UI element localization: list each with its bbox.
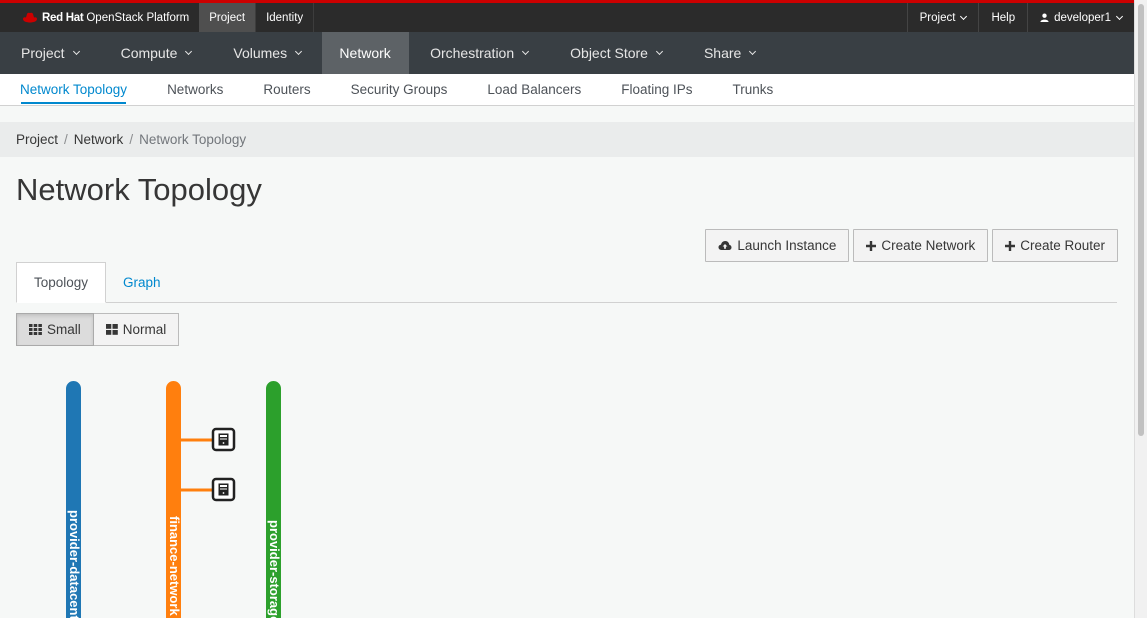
chevron-down-icon: [522, 47, 530, 56]
help-link[interactable]: Help: [978, 3, 1027, 32]
nav-label: Orchestration: [430, 45, 515, 61]
sub-nav: Network Topology Networks Routers Securi…: [0, 74, 1134, 106]
page-scrollbar[interactable]: [1134, 0, 1147, 618]
subnav-networks[interactable]: Networks: [147, 74, 243, 105]
scrollbar-thumb[interactable]: [1138, 4, 1144, 436]
nav-object-store[interactable]: Object Store: [549, 32, 683, 74]
nav-label: Project: [21, 45, 65, 61]
chevron-down-icon: [295, 47, 303, 56]
redhat-logo-icon: [23, 12, 37, 23]
nav-network[interactable]: Network: [322, 32, 410, 74]
top-bar: Red Hat OpenStack Platform Project Ident…: [0, 0, 1134, 32]
subnav-routers[interactable]: Routers: [243, 74, 330, 105]
nav-label: Compute: [120, 45, 178, 61]
breadcrumb-project[interactable]: Project: [16, 132, 58, 147]
subnav-load-balancers[interactable]: Load Balancers: [467, 74, 601, 105]
subnav-trunks[interactable]: Trunks: [713, 74, 794, 105]
user-icon: [1040, 13, 1049, 22]
nav-label: Object Store: [570, 45, 648, 61]
breadcrumb-separator: /: [129, 132, 134, 147]
nav-label: Share: [703, 45, 742, 61]
subnav-floating-ips[interactable]: Floating IPs: [601, 74, 712, 105]
view-tabs: Topology Graph: [16, 262, 1117, 303]
nav-project[interactable]: Project: [0, 32, 100, 74]
create-router-button[interactable]: Create Router: [992, 229, 1118, 262]
tab-topology[interactable]: Topology: [16, 262, 107, 303]
main-nav: Project Compute Volumes Network Orchestr…: [0, 32, 1134, 74]
small-size-button[interactable]: Small: [16, 313, 94, 346]
nav-compute[interactable]: Compute: [100, 32, 213, 74]
instance-node[interactable]: [181, 477, 236, 502]
launch-instance-button[interactable]: Launch Instance: [705, 229, 850, 262]
network-label: finance-network: [167, 516, 182, 616]
brand-logo[interactable]: Red Hat OpenStack Platform: [0, 3, 199, 32]
topology-canvas: provider-datacenter finance-network prov…: [0, 370, 400, 618]
nav-label: Volumes: [233, 45, 288, 61]
chevron-down-icon: [72, 47, 80, 56]
chevron-down-icon: [655, 47, 664, 56]
normal-size-button[interactable]: Normal: [93, 313, 180, 346]
create-network-button[interactable]: Create Network: [853, 229, 989, 262]
project-menu[interactable]: Project: [906, 3, 979, 32]
page-title: Network Topology: [16, 172, 262, 207]
network-finance-network[interactable]: finance-network: [166, 381, 182, 618]
network-provider-storage[interactable]: provider-storage: [266, 381, 282, 618]
subnav-network-topology[interactable]: Network Topology: [0, 74, 147, 105]
nav-volumes[interactable]: Volumes: [212, 32, 322, 74]
nav-label: Network: [339, 45, 391, 61]
breadcrumb: Project / Network / Network Topology: [0, 122, 1134, 157]
server-icon: [218, 433, 229, 446]
user-name: developer1: [1054, 11, 1111, 24]
breadcrumb-network[interactable]: Network: [74, 132, 124, 147]
nav-share[interactable]: Share: [683, 32, 776, 74]
tab-graph[interactable]: Graph: [106, 262, 178, 302]
network-label: provider-storage: [267, 520, 282, 618]
plus-icon: [1005, 240, 1016, 251]
grid-large-icon: [105, 324, 118, 335]
brand-red: Red Hat: [42, 11, 84, 24]
server-icon: [218, 483, 229, 496]
breadcrumb-separator: /: [64, 132, 68, 147]
grid-small-icon: [29, 324, 42, 335]
network-provider-datacenter[interactable]: provider-datacenter: [66, 381, 82, 618]
top-tab-identity[interactable]: Identity: [256, 3, 315, 32]
create-network-label: Create Network: [881, 238, 976, 253]
nav-orchestration[interactable]: Orchestration: [409, 32, 549, 74]
breadcrumb-current: Network Topology: [139, 132, 247, 147]
create-router-label: Create Router: [1020, 238, 1105, 253]
small-size-label: Small: [47, 322, 81, 337]
chevron-down-icon: [749, 47, 757, 56]
brand-rest: OpenStack Platform: [86, 11, 190, 24]
chevron-down-icon: [1115, 12, 1124, 20]
launch-instance-label: Launch Instance: [737, 238, 837, 253]
subnav-security-groups[interactable]: Security Groups: [331, 74, 468, 105]
action-buttons: Launch Instance Create Network Create Ro…: [705, 229, 1118, 262]
plus-icon: [866, 240, 877, 251]
network-label: provider-datacenter: [67, 510, 82, 618]
top-tab-project[interactable]: Project: [199, 3, 257, 32]
topology-svg: provider-datacenter finance-network prov…: [66, 381, 282, 618]
chevron-down-icon: [185, 47, 193, 56]
cloud-upload-icon: [718, 240, 732, 251]
instance-node[interactable]: [181, 427, 236, 452]
project-menu-label: Project: [919, 11, 956, 24]
chevron-down-icon: [960, 12, 968, 20]
normal-size-label: Normal: [122, 322, 167, 337]
size-toggle: Small Normal: [16, 313, 180, 346]
user-menu[interactable]: developer1: [1027, 3, 1134, 32]
